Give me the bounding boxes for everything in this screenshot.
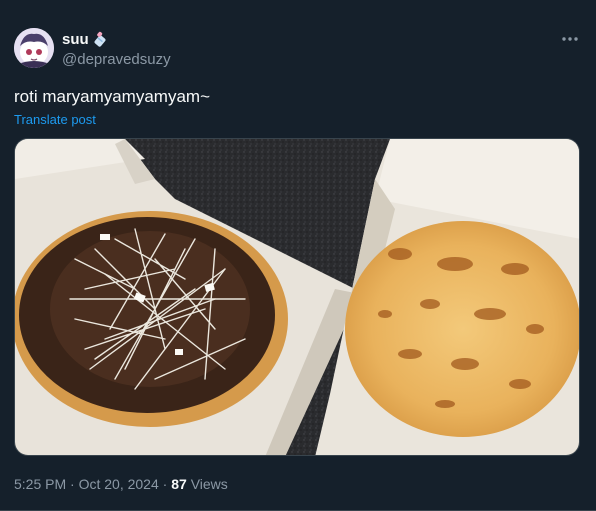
translate-post-link[interactable]: Translate post <box>14 112 96 127</box>
meta-separator: · <box>70 476 75 492</box>
food-photo <box>15 139 579 455</box>
meta-separator-2: · <box>162 476 168 492</box>
avatar-image <box>14 28 54 68</box>
display-name[interactable]: suu <box>62 31 89 48</box>
tweet-text: roti maryamyamyamyam~ <box>14 87 211 106</box>
tweet-time[interactable]: 5:25 PM <box>14 476 66 492</box>
baby-bottle-icon <box>91 30 109 48</box>
more-options-icon[interactable] <box>560 30 580 48</box>
tweet-media-photo[interactable] <box>14 138 580 456</box>
tweet-date[interactable]: Oct 20, 2024 <box>79 476 159 492</box>
tweet-container: suu @depravedsuzy roti maryamyamyamyam~ … <box>0 0 596 511</box>
author-name-row[interactable]: suu <box>62 30 109 48</box>
views-count: 87 <box>171 476 187 492</box>
author-handle[interactable]: @depravedsuzy <box>62 51 171 68</box>
tweet-metadata: 5:25 PM · Oct 20, 2024 · 87 Views <box>14 476 228 492</box>
views-label: Views <box>190 476 228 492</box>
avatar[interactable] <box>14 28 54 68</box>
